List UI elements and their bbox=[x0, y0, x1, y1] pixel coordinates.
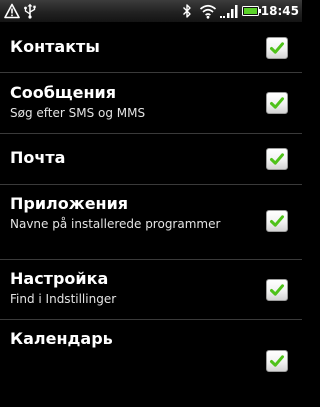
list-item-calendar[interactable]: Календарь bbox=[0, 320, 302, 380]
item-title: Настройка bbox=[10, 269, 109, 288]
list-item-settings[interactable]: Настройка Find i Indstillinger bbox=[0, 260, 302, 320]
checkmark-icon bbox=[270, 153, 284, 165]
status-time: 18:45 bbox=[260, 4, 299, 18]
wifi-icon bbox=[199, 3, 217, 23]
bluetooth-icon bbox=[182, 3, 192, 23]
warning-icon bbox=[4, 3, 20, 23]
list-item-messages[interactable]: Сообщения Søg efter SMS og MMS bbox=[0, 73, 302, 134]
item-title: Календарь bbox=[10, 329, 113, 348]
item-title: Приложения bbox=[10, 194, 129, 213]
applications-checkbox[interactable] bbox=[266, 210, 288, 232]
signal-icon bbox=[220, 3, 240, 23]
contacts-checkbox[interactable] bbox=[266, 37, 288, 59]
messages-checkbox[interactable] bbox=[266, 92, 288, 114]
item-subtitle: Navne på installerede programmer bbox=[10, 217, 221, 231]
item-subtitle: Find i Indstillinger bbox=[10, 292, 117, 306]
checkmark-icon bbox=[270, 355, 284, 367]
settings-list: Контакты Сообщения Søg efter SMS og MMS … bbox=[0, 23, 302, 380]
checkmark-icon bbox=[270, 97, 284, 109]
item-title: Почта bbox=[10, 148, 66, 167]
calendar-checkbox[interactable] bbox=[266, 350, 288, 372]
item-title: Сообщения bbox=[10, 83, 116, 102]
phone-screen: 18:45 Контакты Сообщения Søg efter SMS o… bbox=[0, 0, 302, 407]
settings-checkbox[interactable] bbox=[266, 279, 288, 301]
list-item-mail[interactable]: Почта bbox=[0, 134, 302, 185]
checkmark-icon bbox=[270, 284, 284, 296]
mail-checkbox[interactable] bbox=[266, 148, 288, 170]
checkmark-icon bbox=[270, 42, 284, 54]
status-bar: 18:45 bbox=[0, 0, 302, 23]
list-item-contacts[interactable]: Контакты bbox=[0, 23, 302, 73]
item-subtitle: Søg efter SMS og MMS bbox=[10, 106, 146, 120]
checkmark-icon bbox=[270, 215, 284, 227]
item-title: Контакты bbox=[10, 37, 100, 56]
usb-icon bbox=[23, 3, 37, 23]
battery-icon bbox=[242, 3, 262, 23]
list-item-applications[interactable]: Приложения Navne på installerede program… bbox=[0, 185, 302, 260]
